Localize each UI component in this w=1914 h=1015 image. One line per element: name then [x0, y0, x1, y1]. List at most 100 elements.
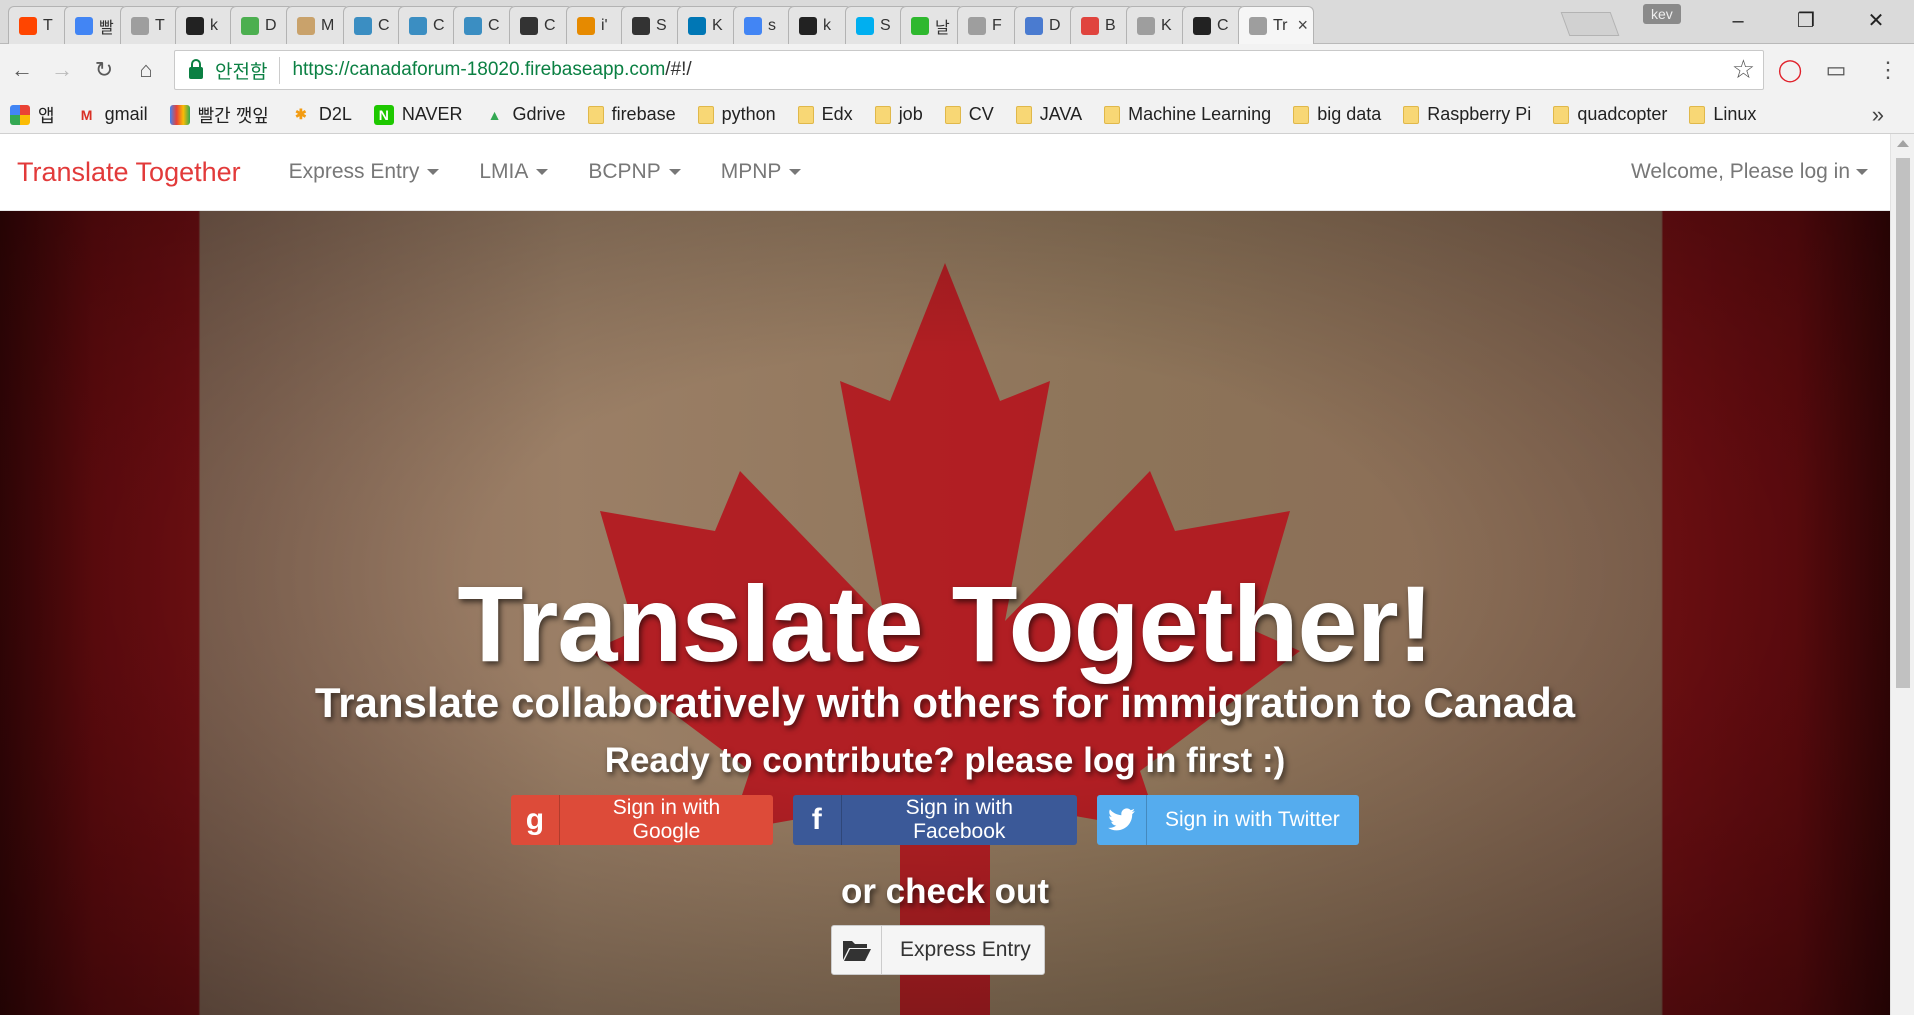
url-text: https://canadaforum-18020.firebaseapp.co… [292, 59, 691, 81]
browser-tab[interactable]: C [1182, 6, 1246, 44]
forward-icon[interactable]: → [46, 54, 78, 86]
browser-tab[interactable]: T [8, 6, 72, 44]
bookmark-item[interactable]: firebase [587, 104, 676, 125]
browser-tab-label: M [321, 16, 335, 34]
bookmark-label: D2L [318, 104, 352, 124]
browser-tab[interactable]: M [286, 6, 350, 44]
bookmark-item[interactable]: quadcopter [1553, 104, 1667, 125]
back-icon[interactable]: ← [6, 54, 38, 86]
google-icon: g [511, 795, 560, 845]
bookmark-label: 앱 [38, 105, 55, 126]
apps-icon [10, 104, 30, 125]
bookmark-star-icon[interactable]: ☆ [1732, 54, 1755, 85]
facebook-signin-button[interactable]: f Sign in with Facebook [793, 795, 1077, 845]
bookmark-item[interactable]: N NAVER [373, 104, 463, 125]
naver-icon: N [373, 104, 394, 125]
opera-icon[interactable]: ◯ [1774, 54, 1806, 86]
browser-tab-label: i' [601, 16, 608, 34]
cast-icon[interactable]: ▭ [1820, 54, 1852, 86]
bookmark-item[interactable]: Machine Learning [1104, 104, 1271, 125]
bookmark-item[interactable]: ▲ Gdrive [485, 104, 566, 125]
close-window-icon[interactable]: ✕ [1856, 4, 1896, 38]
bookmark-item[interactable]: Edx [797, 104, 853, 125]
twitter-signin-button[interactable]: Sign in with Twitter [1097, 795, 1359, 845]
menu-icon[interactable]: ⋮ [1872, 54, 1904, 86]
more-bookmarks-icon[interactable]: » [1872, 102, 1884, 128]
bookmark-item[interactable]: job [874, 104, 923, 125]
caret-down-icon [668, 169, 681, 175]
browser-tab[interactable]: k [788, 6, 852, 44]
browser-tab[interactable]: F [957, 6, 1021, 44]
reload-icon[interactable]: ↻ [88, 54, 120, 86]
color-bars-icon [75, 16, 93, 35]
nav-mpnp[interactable]: MPNP [721, 160, 802, 184]
bookmark-item[interactable]: CV [944, 104, 994, 125]
bookmark-item[interactable]: Linux [1689, 104, 1756, 125]
skype-icon [856, 16, 874, 35]
bookmark-label: JAVA [1039, 104, 1083, 124]
bookmark-item[interactable]: 빨간 깻잎 [169, 102, 269, 128]
browser-tab[interactable]: 날 [900, 6, 964, 44]
hero-prompt: Ready to contribute? please log in first… [604, 741, 1286, 780]
google-signin-label: Sign in with Google [612, 796, 721, 843]
color-bars-icon [169, 104, 190, 125]
bookmark-item[interactable]: 앱 [10, 102, 55, 128]
new-tab-button[interactable] [1560, 12, 1620, 36]
bookmark-item[interactable]: python [697, 104, 776, 125]
nav-express-entry[interactable]: Express Entry [289, 160, 440, 184]
browser-tab[interactable]: D [1014, 6, 1078, 44]
nav-label: Express Entry [288, 160, 420, 183]
express-entry-label: Express Entry [900, 938, 1031, 961]
url-path: /#!/ [665, 59, 692, 80]
reddit-icon [19, 16, 37, 35]
bookmark-label: Linux [1713, 104, 1757, 124]
bookmark-label: job [898, 104, 923, 124]
restore-icon[interactable]: ❐ [1786, 4, 1826, 38]
bookmark-label: quadcopter [1577, 104, 1668, 124]
login-dropdown[interactable]: Welcome, Please log in [1631, 160, 1868, 184]
scroll-up-icon[interactable] [1897, 140, 1909, 147]
bookmark-label: Raspberry Pi [1427, 104, 1532, 124]
codeschool-icon [354, 16, 372, 35]
bookmark-item[interactable]: Raspberry Pi [1403, 104, 1531, 125]
home-icon[interactable]: ⌂ [130, 54, 162, 86]
codeschool-icon [409, 16, 427, 35]
browser-tab[interactable]: B [1070, 6, 1134, 44]
bookmark-item[interactable]: Mgmail [77, 104, 148, 125]
site-brand[interactable]: Translate Together [17, 157, 241, 188]
minimize-icon[interactable]: – [1718, 4, 1758, 38]
page-icon [1249, 16, 1267, 35]
browser-tab-label: F [992, 16, 1002, 34]
twitter-signin-label: Sign in with Twitter [1165, 808, 1340, 831]
nav-bcpnp[interactable]: BCPNP [588, 160, 681, 184]
browser-tab[interactable]: C [453, 6, 517, 44]
browser-tab[interactable]: C [509, 6, 573, 44]
bookmark-label: Edx [821, 104, 853, 124]
nav-lmia[interactable]: LMIA [479, 160, 549, 184]
folder-icon [944, 105, 961, 124]
google-signin-button[interactable]: g Sign in with Google [511, 795, 773, 845]
twitter-icon [1097, 795, 1147, 845]
bookmark-label: NAVER [401, 104, 463, 124]
scrollbar-thumb[interactable] [1896, 158, 1910, 688]
express-entry-button[interactable]: Express Entry [831, 925, 1045, 975]
browser-tab[interactable]: S [621, 6, 685, 44]
address-bar[interactable]: 안전함 https://canadaforum-18020.firebaseap… [174, 50, 1764, 90]
folder-icon [797, 105, 814, 124]
browser-tab[interactable]: K [677, 6, 741, 44]
close-tab-icon[interactable]: × [1298, 15, 1309, 36]
profile-badge[interactable]: kev [1643, 4, 1681, 24]
bookmark-item[interactable]: ✱ D2L [291, 104, 352, 125]
bookmark-item[interactable]: big data [1293, 104, 1381, 125]
browser-tab-active[interactable]: Tr × [1238, 6, 1314, 44]
site-navbar: Translate Together Express Entry LMIA BC… [0, 134, 1890, 211]
browser-tab[interactable]: D [230, 6, 294, 44]
github-icon [186, 16, 204, 35]
page-scrollbar[interactable] [1890, 134, 1914, 1015]
browser-tab[interactable]: K [1126, 6, 1190, 44]
browser-tab-label: C [488, 16, 500, 34]
bookmark-item[interactable]: JAVA [1015, 104, 1083, 125]
browser-tab[interactable]: 빨 [64, 6, 128, 44]
folder-icon [1403, 105, 1420, 124]
web-page: Translate Together Express Entry LMIA BC… [0, 134, 1914, 1015]
